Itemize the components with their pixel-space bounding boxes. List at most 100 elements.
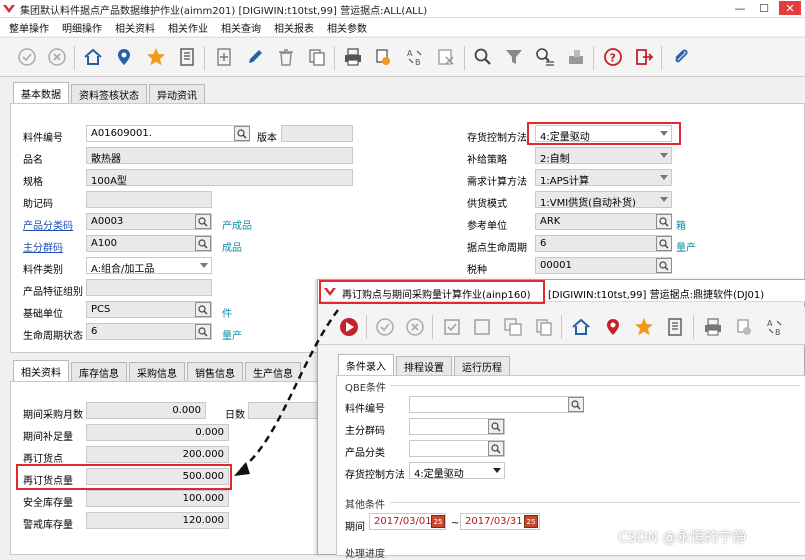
star-icon[interactable] (145, 46, 167, 68)
ref-unit-lookup-icon[interactable] (656, 214, 672, 229)
transfer-icon[interactable]: AB (764, 316, 786, 338)
lifecycle-field[interactable]: 6 (86, 323, 212, 340)
supply-mode-select[interactable]: 1:VMI供货(自动补货) (535, 191, 672, 208)
report-icon[interactable] (733, 316, 755, 338)
location-pin-icon[interactable] (602, 316, 624, 338)
filter-icon[interactable] (503, 46, 525, 68)
popup-inv-control-select[interactable]: 4:定量驱动 (409, 462, 505, 479)
print-icon[interactable] (702, 316, 724, 338)
tax-field[interactable]: 00001 (535, 257, 672, 274)
tab-run-history[interactable]: 运行历程 (454, 356, 510, 375)
minimize-button[interactable]: — (731, 1, 749, 15)
tab-condition-entry[interactable]: 条件录入 (338, 354, 394, 375)
toolbar: AB ? (0, 37, 805, 77)
copy-icon[interactable] (306, 46, 328, 68)
demand-calc-select[interactable]: 1:APS计算 (535, 169, 672, 186)
site-lifecycle-lookup-icon[interactable] (656, 236, 672, 251)
transfer-icon[interactable]: AB (404, 46, 426, 68)
tab-related-data[interactable]: 相关资料 (13, 360, 69, 381)
export-icon[interactable] (435, 46, 457, 68)
popup-item-no-field[interactable] (409, 396, 584, 413)
tab-schedule-settings[interactable]: 排程设置 (396, 356, 452, 375)
reorder-point-field[interactable]: 200.000 (86, 446, 229, 463)
lifecycle-lookup-icon[interactable] (195, 324, 211, 339)
tab-change-info[interactable]: 异动资讯 (149, 84, 205, 103)
tab-production-info[interactable]: 生产信息 (245, 362, 301, 381)
product-category-link[interactable]: 产品分类码 (23, 217, 73, 232)
calendar-icon[interactable]: 25 (524, 515, 538, 528)
tab-approval-status[interactable]: 资料签核状态 (71, 84, 147, 103)
base-unit-lookup-icon[interactable] (195, 302, 211, 317)
cancel-icon[interactable] (404, 316, 426, 338)
add-icon[interactable] (213, 46, 235, 68)
popup-item-no-lookup-icon[interactable] (568, 397, 584, 412)
search-icon[interactable] (472, 46, 494, 68)
product-category-field[interactable]: A0003 (86, 213, 212, 230)
version-field[interactable] (281, 125, 353, 142)
item-type-select[interactable]: A:组合/加工品 (86, 257, 212, 274)
help-icon[interactable]: ? (602, 46, 624, 68)
home-icon[interactable] (82, 46, 104, 68)
item-no-field[interactable]: A01609001. (86, 125, 250, 142)
main-group-lookup-icon[interactable] (195, 236, 211, 251)
feature-group-field[interactable] (86, 279, 212, 296)
name-field[interactable]: 散热器 (86, 147, 353, 164)
supply-policy-select[interactable]: 2:自制 (535, 147, 672, 164)
popup-main-group-lookup-icon[interactable] (488, 419, 504, 434)
purchase-months-field[interactable]: 0.000 (86, 402, 206, 419)
ref-unit-field[interactable]: ARK (535, 213, 672, 230)
query-icon[interactable] (534, 46, 556, 68)
location-pin-icon[interactable] (113, 46, 135, 68)
tab-sales-info[interactable]: 销售信息 (187, 362, 243, 381)
menu-item[interactable]: 相关作业 (168, 20, 208, 35)
menu-item[interactable]: 相关报表 (274, 20, 314, 35)
copy-icon[interactable] (533, 316, 555, 338)
tab-inventory-info[interactable]: 库存信息 (71, 362, 127, 381)
delete-icon[interactable] (275, 46, 297, 68)
select-all-icon[interactable] (441, 316, 463, 338)
item-no-lookup-icon[interactable] (234, 126, 250, 141)
tab-purchase-info[interactable]: 采购信息 (129, 362, 185, 381)
maximize-button[interactable]: ☐ (755, 1, 773, 15)
multi-select-icon[interactable] (502, 316, 524, 338)
menu-item[interactable]: 相关资料 (115, 20, 155, 35)
exit-icon[interactable] (633, 46, 655, 68)
popup-product-category-lookup-icon[interactable] (488, 441, 504, 456)
print-icon[interactable] (342, 46, 364, 68)
main-group-link[interactable]: 主分群码 (23, 239, 63, 254)
warning-stock-field[interactable]: 120.000 (86, 512, 229, 529)
cancel-icon[interactable] (46, 46, 68, 68)
clear-icon[interactable] (565, 46, 587, 68)
tab-basic-data[interactable]: 基本数据 (13, 82, 69, 103)
star-icon[interactable] (633, 316, 655, 338)
mnemonic-field[interactable] (86, 191, 212, 208)
menu-item[interactable]: 整单操作 (9, 20, 49, 35)
safety-stock-field[interactable]: 100.000 (86, 490, 229, 507)
spec-field[interactable]: 100A型 (86, 169, 353, 186)
check-icon[interactable] (374, 316, 396, 338)
edit-icon[interactable] (244, 46, 266, 68)
check-icon[interactable] (16, 46, 38, 68)
report-icon[interactable] (372, 46, 394, 68)
menu-item[interactable]: 相关查询 (221, 20, 261, 35)
list-icon[interactable] (176, 46, 198, 68)
run-icon[interactable] (338, 316, 360, 338)
list-icon[interactable] (664, 316, 686, 338)
reorder-point-label: 再订货点 (23, 454, 63, 465)
days-field[interactable] (248, 402, 320, 419)
period-supply-field[interactable]: 0.000 (86, 424, 229, 441)
tax-lookup-icon[interactable] (656, 258, 672, 273)
menu-item[interactable]: 明细操作 (62, 20, 102, 35)
main-group-field[interactable]: A100 (86, 235, 212, 252)
product-category-lookup-icon[interactable] (195, 214, 211, 229)
base-unit-field[interactable]: PCS (86, 301, 212, 318)
home-icon[interactable] (570, 316, 592, 338)
version-label: 版本 (257, 133, 277, 144)
attach-icon[interactable] (670, 46, 692, 68)
site-lifecycle-field[interactable]: 6 (535, 235, 672, 252)
site-lifecycle-desc: 量产 (676, 243, 696, 254)
calendar-icon[interactable]: 25 (431, 515, 445, 528)
unselect-icon[interactable] (471, 316, 493, 338)
menu-item[interactable]: 相关参数 (327, 20, 367, 35)
close-button[interactable]: ✕ (779, 1, 801, 15)
